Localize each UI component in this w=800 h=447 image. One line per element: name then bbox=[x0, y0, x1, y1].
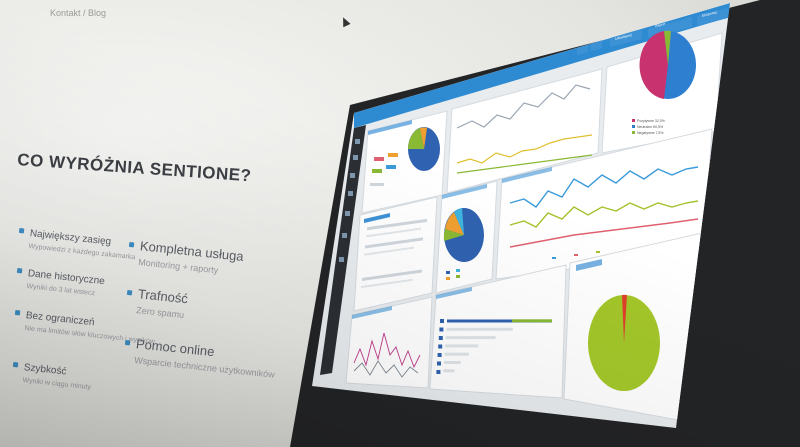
legend-label: Neutralne 60,5% bbox=[637, 125, 663, 129]
legend-swatch bbox=[388, 153, 398, 157]
legend-swatch bbox=[374, 157, 384, 161]
legend-swatch bbox=[632, 119, 635, 122]
feature-item: Kompletna usługa Monitoring + raporty bbox=[127, 236, 245, 278]
big-pie bbox=[588, 294, 660, 391]
legend-swatch bbox=[370, 183, 384, 186]
nav-snippet[interactable]: Kontakt / Blog bbox=[50, 8, 106, 18]
bar-label-marker bbox=[439, 327, 444, 332]
bar bbox=[446, 327, 513, 331]
legend-swatch bbox=[446, 277, 450, 280]
legend-swatch bbox=[456, 275, 460, 278]
feature-subtitle: Wsparcie techniczne użytkowników bbox=[133, 355, 276, 380]
top-pie bbox=[639, 30, 696, 99]
bar-label-marker bbox=[438, 344, 443, 349]
legend-swatch bbox=[456, 269, 460, 272]
sidebar-icon bbox=[355, 139, 360, 144]
feature-item: Trafność Zero spamu bbox=[125, 284, 189, 320]
feature-item: Największy zasięg Wypowiedzi z każdego z… bbox=[17, 222, 138, 261]
legend-label: Pozytywne 32,0% bbox=[637, 119, 665, 123]
legend-swatch bbox=[632, 131, 635, 134]
sidebar-icon bbox=[350, 173, 355, 178]
middle-pie bbox=[443, 208, 484, 262]
bar-label-marker bbox=[437, 353, 442, 357]
feature-title: Trafność bbox=[137, 286, 189, 307]
bar-label-marker bbox=[438, 336, 443, 340]
feature-title: Szybkość bbox=[23, 362, 67, 378]
bar-label-marker bbox=[437, 361, 441, 366]
bar-segment bbox=[512, 319, 552, 323]
section-title: CO WYRÓŻNIA SENTIONE? bbox=[16, 150, 253, 186]
legend-label: Negatywne 7,5% bbox=[637, 131, 663, 135]
bullet-icon bbox=[124, 340, 131, 346]
sidebar-icon bbox=[353, 155, 358, 160]
bar bbox=[445, 336, 496, 340]
sidebar-icon bbox=[342, 233, 347, 238]
legend-swatch bbox=[632, 125, 635, 128]
bar-label-marker bbox=[440, 319, 444, 323]
sidebar-icon bbox=[348, 191, 353, 196]
legend-swatch bbox=[386, 165, 396, 169]
bar bbox=[444, 352, 469, 356]
bullet-icon bbox=[14, 310, 21, 316]
bullet-icon bbox=[16, 268, 23, 274]
legend-swatch bbox=[372, 169, 382, 173]
legend-swatch bbox=[574, 254, 578, 256]
bullet-icon bbox=[126, 290, 133, 296]
bar bbox=[443, 369, 455, 373]
bullet-icon bbox=[12, 362, 19, 368]
bullet-icon bbox=[18, 228, 25, 234]
legend-swatch bbox=[552, 257, 556, 259]
bar bbox=[445, 344, 479, 348]
feature-item: Dane historyczne Wyniki do 3 lat wstecz bbox=[15, 262, 106, 298]
feature-subtitle: Wyniki w ciągu minuty bbox=[22, 377, 92, 392]
bar-label-marker bbox=[436, 370, 441, 374]
feature-item: Szybkość Wyniki w ciągu minuty bbox=[11, 356, 93, 391]
legend-swatch bbox=[596, 251, 600, 253]
sidebar-icon bbox=[339, 257, 344, 262]
legend-swatch bbox=[446, 271, 450, 274]
mouse-cursor-icon bbox=[339, 15, 351, 28]
sidebar-icon bbox=[345, 211, 350, 216]
bullet-icon bbox=[128, 242, 135, 248]
feature-item: Pomoc online Wsparcie techniczne użytkow… bbox=[123, 334, 277, 380]
bar bbox=[444, 361, 461, 364]
feature-subtitle: Wypowiedzi z każdego zakamarka bbox=[28, 243, 136, 262]
top-pie-legend: Pozytywne 32,0% Neutralne 60,5% Negatywn… bbox=[632, 119, 665, 135]
sources-pie bbox=[408, 127, 440, 171]
